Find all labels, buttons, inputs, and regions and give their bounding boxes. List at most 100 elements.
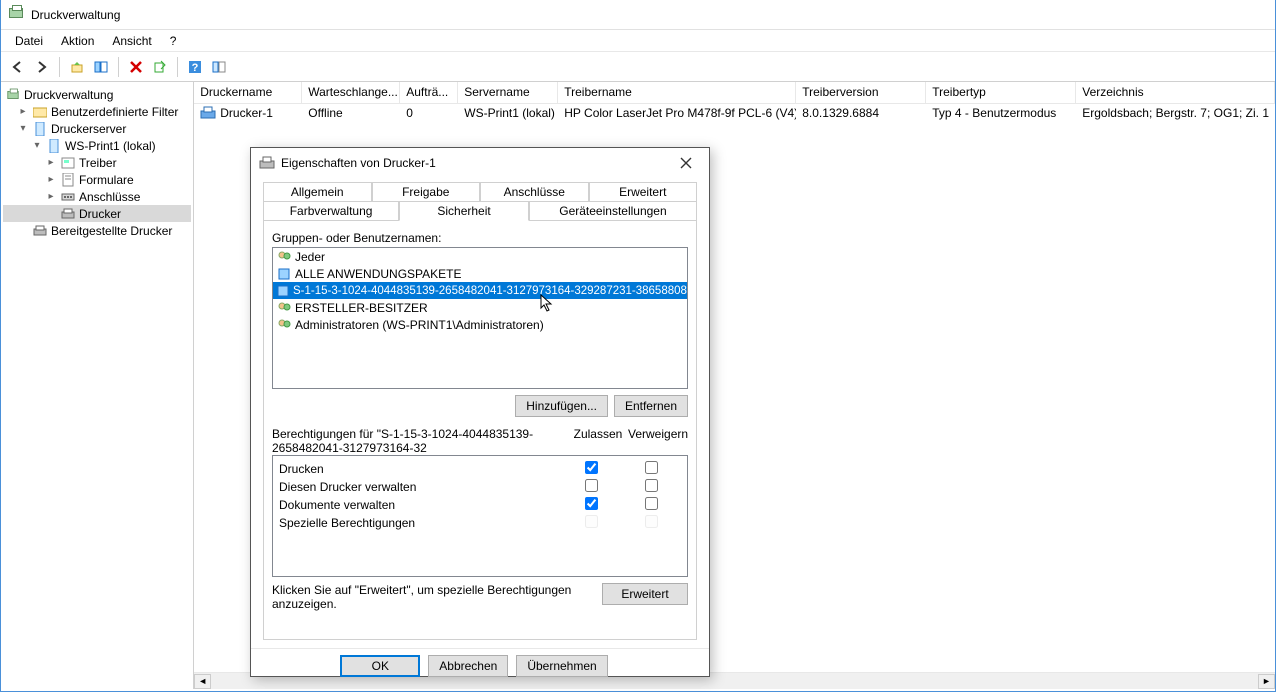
menubar: Datei Aktion Ansicht ?	[1, 30, 1275, 52]
remove-button[interactable]: Entfernen	[614, 395, 688, 417]
printer-icon	[200, 106, 216, 120]
cell-queue: Offline	[302, 105, 400, 121]
allow-special-checkbox	[585, 515, 598, 528]
tree-root[interactable]: Druckverwaltung	[3, 86, 191, 103]
cell-dir: Ergoldsbach; Bergstr. 7; OG1; Zi. 1	[1076, 105, 1275, 121]
tab-color-management[interactable]: Farbverwaltung	[263, 201, 399, 221]
deny-print-checkbox[interactable]	[645, 461, 658, 474]
nav-tree[interactable]: Druckverwaltung ▸ Benutzerdefinierte Fil…	[1, 82, 194, 689]
tree-server-wsprint1[interactable]: ▾ WS-Print1 (lokal)	[3, 137, 191, 154]
deployed-printers-icon	[32, 224, 48, 238]
menu-action[interactable]: Aktion	[53, 32, 102, 50]
col-jobs[interactable]: Aufträ...	[400, 82, 458, 103]
scroll-right-icon[interactable]: ►	[1258, 674, 1275, 689]
tree-forms[interactable]: ▸ Formulare	[3, 171, 191, 188]
tree-label: Bereitgestellte Drucker	[51, 224, 172, 238]
group-item-administrators[interactable]: Administratoren (WS-PRINT1\Administrator…	[273, 316, 687, 333]
tab-ports[interactable]: Anschlüsse	[480, 182, 589, 201]
collapse-icon[interactable]: ▾	[31, 140, 43, 151]
cell-drvtype: Typ 4 - Benutzermodus	[926, 105, 1076, 121]
menu-help[interactable]: ?	[162, 32, 185, 50]
toolbar: ?	[1, 52, 1275, 82]
tab-advanced[interactable]: Erweitert	[589, 182, 698, 201]
col-driver[interactable]: Treibername	[558, 82, 796, 103]
group-icon	[277, 250, 291, 264]
tree-drivers[interactable]: ▸ Treiber	[3, 154, 191, 171]
tree-deployed[interactable]: ▸ Bereitgestellte Drucker	[3, 222, 191, 239]
menu-file[interactable]: Datei	[7, 32, 51, 50]
group-label: Administratoren (WS-PRINT1\Administrator…	[295, 318, 544, 332]
close-button[interactable]	[671, 153, 701, 173]
forms-icon	[60, 173, 76, 187]
back-button[interactable]	[7, 56, 29, 78]
add-button[interactable]: Hinzufügen...	[515, 395, 608, 417]
col-queue-status[interactable]: Warteschlange...	[302, 82, 400, 103]
perm-row-manage-documents: Dokumente verwalten	[279, 496, 681, 514]
dialog-titlebar[interactable]: Eigenschaften von Drucker-1	[251, 148, 709, 178]
package-icon	[277, 284, 289, 298]
tree-root-label: Druckverwaltung	[24, 88, 113, 102]
permissions-list: Drucken Diesen Drucker verwalten Dokumen…	[272, 455, 688, 577]
apply-button[interactable]: Übernehmen	[516, 655, 607, 677]
expand-icon[interactable]: ▸	[45, 174, 57, 185]
tree-filters[interactable]: ▸ Benutzerdefinierte Filter	[3, 103, 191, 120]
col-driver-version[interactable]: Treiberversion	[796, 82, 926, 103]
tab-device-settings[interactable]: Geräteeinstellungen	[529, 201, 697, 221]
perm-label: Spezielle Berechtigungen	[279, 516, 561, 530]
security-tab-panel: Gruppen- oder Benutzernamen: Jeder ALLE …	[263, 220, 697, 640]
properties-button[interactable]	[208, 56, 230, 78]
menu-view[interactable]: Ansicht	[104, 32, 159, 50]
allow-manage-printer-checkbox[interactable]	[585, 479, 598, 492]
group-icon	[277, 318, 291, 332]
tab-sharing[interactable]: Freigabe	[372, 182, 481, 201]
group-label: Jeder	[295, 250, 325, 264]
printer-mgmt-icon	[9, 7, 25, 23]
printer-icon	[259, 156, 275, 170]
groups-label: Gruppen- oder Benutzernamen:	[272, 231, 688, 245]
group-icon	[277, 301, 291, 315]
group-item-all-app-packages[interactable]: ALLE ANWENDUNGSPAKETE	[273, 265, 687, 282]
printer-mgmt-icon	[5, 88, 21, 102]
perm-label: Dokumente verwalten	[279, 498, 561, 512]
tree-label: Formulare	[79, 173, 134, 187]
tab-security[interactable]: Sicherheit	[399, 201, 529, 221]
expand-icon[interactable]: ▸	[45, 191, 57, 202]
group-item-creator-owner[interactable]: ERSTELLER-BESITZER	[273, 299, 687, 316]
group-item-sid[interactable]: S-1-15-3-1024-4044835139-2658482041-3127…	[273, 282, 687, 299]
allow-header: Zulassen	[568, 427, 628, 455]
list-row[interactable]: Drucker-1 Offline 0 WS-Print1 (lokal) HP…	[194, 104, 1275, 122]
export-button[interactable]	[149, 56, 171, 78]
expand-icon[interactable]: ▸	[45, 157, 57, 168]
col-server[interactable]: Servername	[458, 82, 558, 103]
deny-manage-printer-checkbox[interactable]	[645, 479, 658, 492]
cancel-button[interactable]: Abbrechen	[428, 655, 508, 677]
collapse-icon[interactable]: ▾	[17, 123, 29, 134]
ok-button[interactable]: OK	[340, 655, 420, 677]
tab-general[interactable]: Allgemein	[263, 182, 372, 201]
help-button[interactable]: ?	[184, 56, 206, 78]
tree-servers[interactable]: ▾ Druckerserver	[3, 120, 191, 137]
group-item-everyone[interactable]: Jeder	[273, 248, 687, 265]
show-hide-tree-button[interactable]	[90, 56, 112, 78]
window-titlebar: Druckverwaltung	[1, 0, 1275, 30]
permissions-for-label: Berechtigungen für "S-1-15-3-1024-404483…	[272, 427, 568, 455]
ports-icon	[60, 190, 76, 204]
advanced-button[interactable]: Erweitert	[602, 583, 688, 605]
printer-properties-dialog: Eigenschaften von Drucker-1 Allgemein Fr…	[250, 147, 710, 677]
forward-button[interactable]	[31, 56, 53, 78]
col-directory[interactable]: Verzeichnis	[1076, 82, 1275, 103]
scroll-left-icon[interactable]: ◄	[194, 674, 211, 689]
expand-icon[interactable]: ▸	[17, 106, 29, 117]
col-driver-type[interactable]: Treibertyp	[926, 82, 1076, 103]
up-button[interactable]	[66, 56, 88, 78]
tree-ports[interactable]: ▸ Anschlüsse	[3, 188, 191, 205]
deny-manage-docs-checkbox[interactable]	[645, 497, 658, 510]
groups-listbox[interactable]: Jeder ALLE ANWENDUNGSPAKETE S-1-15-3-102…	[272, 247, 688, 389]
group-label: ALLE ANWENDUNGSPAKETE	[295, 267, 462, 281]
col-printer-name[interactable]: Druckername	[194, 82, 302, 103]
allow-print-checkbox[interactable]	[585, 461, 598, 474]
allow-manage-docs-checkbox[interactable]	[585, 497, 598, 510]
delete-button[interactable]	[125, 56, 147, 78]
tree-label: Anschlüsse	[79, 190, 140, 204]
tree-printers[interactable]: ▸ Drucker	[3, 205, 191, 222]
